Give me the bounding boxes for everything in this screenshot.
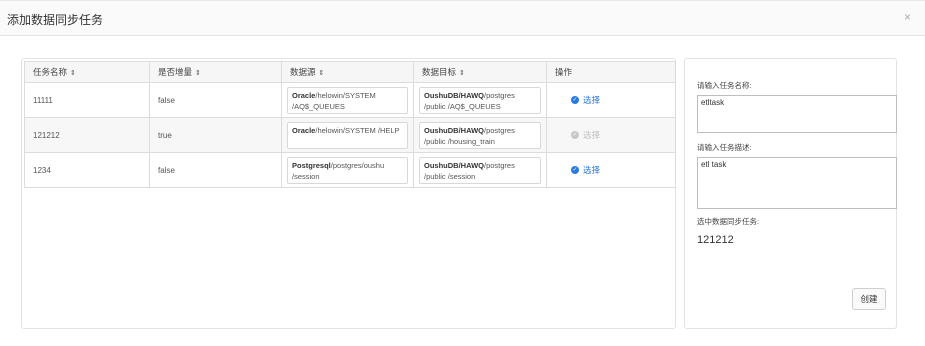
task-form-panel: 请输入任务名称: etltask 请输入任务描述: etl task 选中数据同… — [684, 58, 897, 329]
target-field: OushuDB/HAWQ/postgres /public /session — [419, 156, 541, 184]
target-cell: OushuDB/HAWQ/postgres /public /AQ$_QUEUE… — [413, 82, 547, 118]
incremental-cell: false — [149, 82, 282, 118]
sort-icon[interactable]: ⇕ — [195, 70, 201, 77]
close-icon[interactable]: × — [904, 10, 911, 24]
incremental-cell: true — [149, 117, 282, 153]
task-name-label: 请输入任务名称: — [697, 81, 752, 90]
task-description-label: 请输入任务描述: — [697, 143, 752, 152]
column-header-task-name[interactable]: 任务名称 ⇕ — [24, 61, 150, 83]
selected-task-label: 选中数据同步任务: — [697, 217, 760, 226]
source-cell: Oracle/helowin/SYSTEM /HELP — [281, 117, 414, 153]
sort-icon[interactable]: ⇕ — [319, 70, 325, 77]
action-cell: ✓ 选择 — [546, 82, 676, 118]
create-button[interactable]: 创建 — [852, 288, 886, 310]
column-header-action: 操作 — [546, 61, 676, 83]
incremental-cell: false — [149, 152, 282, 188]
task-table: 任务名称 ⇕ 是否增量 ⇕ 数据源 ⇕ 数据目标 ⇕ 操作 11111 false Or… — [24, 61, 676, 188]
table-row: 1234 false Postgresql/postgres/oushu /se… — [24, 152, 676, 188]
dialog-header: 添加数据同步任务 × — [0, 0, 925, 36]
action-cell: ✓ 选择 — [546, 117, 676, 153]
select-button[interactable]: ✓ 选择 — [571, 94, 600, 106]
table-row: 11111 false Oracle/helowin/SYSTEM /AQ$_Q… — [24, 82, 676, 118]
column-header-target[interactable]: 数据目标 ⇕ — [413, 61, 547, 83]
selected-task-value: 121212 — [697, 234, 734, 246]
table-row: 121212 true Oracle/helowin/SYSTEM /HELP … — [24, 117, 676, 153]
target-field: OushuDB/HAWQ/postgres /public /housing_t… — [419, 121, 541, 149]
check-circle-icon: ✓ — [571, 96, 579, 104]
column-header-incremental[interactable]: 是否增量 ⇕ — [149, 61, 282, 83]
task-name-cell: 121212 — [24, 117, 150, 153]
check-circle-icon: ✓ — [571, 131, 579, 139]
sort-icon[interactable]: ⇕ — [459, 70, 465, 77]
sort-icon[interactable]: ⇕ — [70, 70, 76, 77]
column-header-source[interactable]: 数据源 ⇕ — [281, 61, 414, 83]
source-field: Oracle/helowin/SYSTEM /AQ$_QUEUES — [287, 86, 408, 114]
source-cell: Postgresql/postgres/oushu /session — [281, 152, 414, 188]
target-cell: OushuDB/HAWQ/postgres /public /session — [413, 152, 547, 188]
dialog-title: 添加数据同步任务 — [7, 13, 104, 27]
action-cell: ✓ 选择 — [546, 152, 676, 188]
table-header-row: 任务名称 ⇕ 是否增量 ⇕ 数据源 ⇕ 数据目标 ⇕ 操作 — [24, 61, 676, 83]
task-name-cell: 11111 — [24, 82, 150, 118]
select-button[interactable]: ✓ 选择 — [571, 164, 600, 176]
source-cell: Oracle/helowin/SYSTEM /AQ$_QUEUES — [281, 82, 414, 118]
task-name-input[interactable]: etltask — [697, 95, 897, 133]
select-button-disabled: ✓ 选择 — [571, 130, 601, 140]
task-table-panel: 任务名称 ⇕ 是否增量 ⇕ 数据源 ⇕ 数据目标 ⇕ 操作 11111 false Or… — [21, 58, 676, 329]
target-cell: OushuDB/HAWQ/postgres /public /housing_t… — [413, 117, 547, 153]
source-field: Postgresql/postgres/oushu /session — [287, 156, 408, 184]
check-circle-icon: ✓ — [571, 166, 579, 174]
target-field: OushuDB/HAWQ/postgres /public /AQ$_QUEUE… — [419, 86, 541, 114]
task-description-textarea[interactable]: etl task — [697, 157, 897, 209]
task-name-cell: 1234 — [24, 152, 150, 188]
source-field: Oracle/helowin/SYSTEM /HELP — [287, 121, 408, 149]
